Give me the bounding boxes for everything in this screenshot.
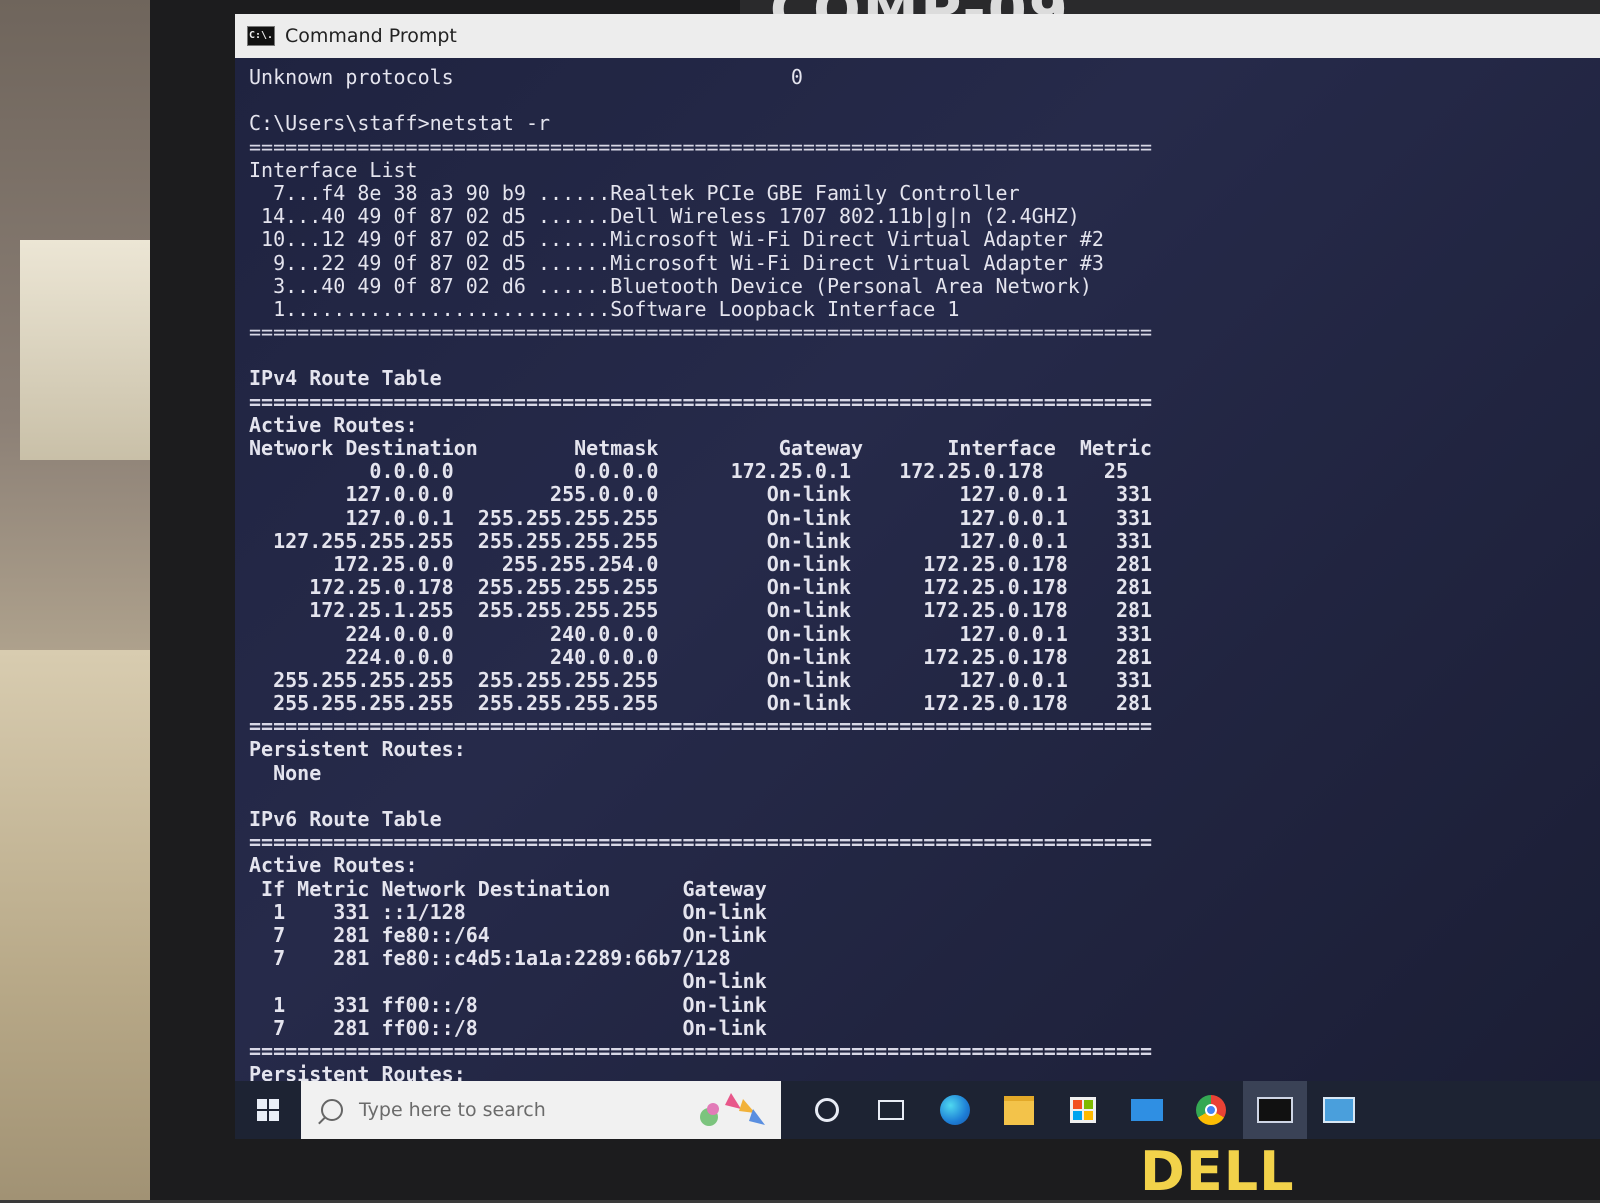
console-line: 14...40 49 0f 87 02 d5 ......Dell Wirele… — [249, 204, 1080, 229]
file-explorer-icon — [1004, 1095, 1034, 1125]
console-line: ========================================… — [249, 714, 1153, 739]
console-line: ========================================… — [249, 320, 1153, 345]
console-line: 7 281 fe80::c4d5:1a1a:2289:66b7/128 — [249, 946, 731, 971]
command-prompt-taskbar-button[interactable] — [1243, 1081, 1307, 1139]
console-line: 0.0.0.0 0.0.0.0 172.25.0.1 172.25.0.178 … — [249, 459, 1128, 484]
command-prompt-taskbar-icon — [1257, 1097, 1293, 1123]
console-line: If Metric Network Destination Gateway — [249, 876, 767, 901]
mail-icon — [1131, 1099, 1163, 1121]
console-line: 127.0.0.0 255.0.0.0 On-link 127.0.0.1 33… — [249, 482, 1153, 507]
console-line: 255.255.255.255 255.255.255.255 On-link … — [249, 667, 1153, 692]
start-button[interactable] — [235, 1081, 301, 1139]
windows-logo-icon — [257, 1099, 279, 1121]
search-icon — [321, 1099, 343, 1121]
console-line: 1 331 ff00::/8 On-link — [249, 992, 767, 1017]
store-button[interactable] — [1051, 1081, 1115, 1139]
console-line: 255.255.255.255 255.255.255.255 On-link … — [249, 691, 1153, 716]
search-placeholder: Type here to search — [359, 1099, 546, 1121]
console-line: ========================================… — [249, 830, 1153, 855]
remote-desktop-button[interactable] — [1307, 1081, 1371, 1139]
console-line: 3...40 49 0f 87 02 d6 ......Bluetooth De… — [249, 273, 1092, 298]
console-line: ========================================… — [249, 134, 1153, 159]
console-line: 127.0.0.1 255.255.255.255 On-link 127.0.… — [249, 505, 1153, 530]
console-line: Active Routes: — [249, 412, 418, 437]
console-line: Active Routes: — [249, 853, 418, 878]
file-explorer-button[interactable] — [987, 1081, 1051, 1139]
remote-desktop-icon — [1323, 1097, 1355, 1123]
console-line: 1 331 ::1/128 On-link — [249, 899, 767, 924]
console-line: 172.25.1.255 255.255.255.255 On-link 172… — [249, 598, 1153, 623]
console-line: 127.255.255.255 255.255.255.255 On-link … — [249, 528, 1153, 553]
search-highlight-illustration — [700, 1093, 765, 1126]
console-line: Network Destination Netmask Gateway Inte… — [249, 436, 1153, 460]
console-line: Persistent Routes: — [249, 1062, 466, 1081]
console-line: None — [249, 760, 322, 785]
command-prompt-icon: C:\. — [247, 26, 275, 46]
chrome-button[interactable] — [1179, 1081, 1243, 1139]
window-light — [20, 240, 160, 460]
console-line: Interface List — [249, 157, 418, 182]
edge-button[interactable] — [923, 1081, 987, 1139]
console-output[interactable]: Unknown protocols 0 C:\Users\staff>netsta… — [235, 58, 1600, 1081]
console-line: 224.0.0.0 240.0.0.0 On-link 127.0.0.1 33… — [249, 621, 1153, 646]
console-line: Unknown protocols 0 — [249, 65, 803, 89]
console-line: 7 281 ff00::/8 On-link — [249, 1015, 767, 1040]
console-line: 9...22 49 0f 87 02 d5 ......Microsoft Wi… — [249, 250, 1104, 275]
console-line: ========================================… — [249, 389, 1153, 414]
console-line: ========================================… — [249, 1038, 1153, 1063]
console-line: IPv4 Route Table — [249, 366, 442, 391]
edge-icon — [940, 1095, 970, 1125]
console-line: 7...f4 8e 38 a3 90 b9 ......Realtek PCIe… — [249, 180, 1020, 205]
monitor-screen: C:\. Command Prompt Unknown protocols 0 C… — [235, 14, 1600, 1139]
console-line: 172.25.0.0 255.255.254.0 On-link 172.25.… — [249, 551, 1153, 576]
taskbar-icons — [795, 1081, 1371, 1139]
console-line: 224.0.0.0 240.0.0.0 On-link 172.25.0.178… — [249, 644, 1153, 669]
window-titlebar[interactable]: C:\. Command Prompt — [235, 14, 1600, 59]
console-line: 10...12 49 0f 87 02 d5 ......Microsoft W… — [249, 227, 1104, 252]
task-view-icon — [878, 1100, 904, 1120]
console-line: Persistent Routes: — [249, 737, 466, 762]
window-title: Command Prompt — [285, 25, 457, 47]
console-line: C:\Users\staff>netstat -r — [249, 111, 551, 136]
cortana-button[interactable] — [795, 1081, 859, 1139]
console-line: 7 281 fe80::/64 On-link — [249, 922, 767, 947]
monitor-brand-logo: DELL — [1140, 1140, 1295, 1203]
taskbar-search-box[interactable]: Type here to search — [301, 1081, 781, 1139]
task-view-button[interactable] — [859, 1081, 923, 1139]
chrome-icon — [1196, 1095, 1226, 1125]
console-line: IPv6 Route Table — [249, 807, 442, 831]
console-line: On-link — [249, 969, 767, 994]
console-line: 1...........................Software Loo… — [249, 296, 960, 321]
console-line: 172.25.0.178 255.255.255.255 On-link 172… — [249, 575, 1153, 600]
taskbar: Type here to search — [235, 1081, 1600, 1139]
mail-button[interactable] — [1115, 1081, 1179, 1139]
store-icon — [1070, 1097, 1096, 1123]
cortana-icon — [815, 1098, 839, 1122]
